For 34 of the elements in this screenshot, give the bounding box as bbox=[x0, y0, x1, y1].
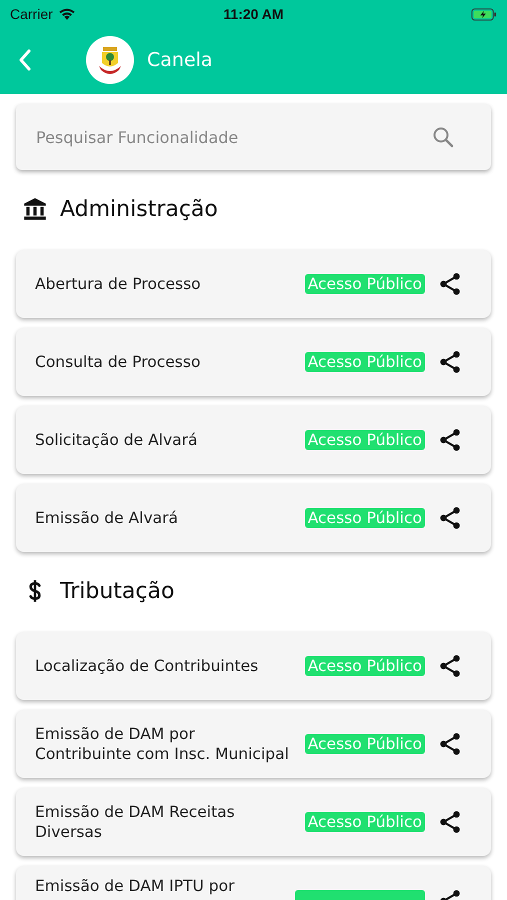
service-card[interactable]: Emissão de DAM por Contribuinte com Insc. Municipal Acesso Público bbox=[16, 710, 491, 778]
access-badge: Acesso Público bbox=[304, 656, 425, 676]
service-title: Emissão de DAM por Contribuinte com Insc. Municipal bbox=[35, 724, 290, 764]
access-badge: Acesso Público bbox=[304, 734, 425, 754]
search-icon bbox=[431, 125, 455, 149]
wifi-icon bbox=[58, 8, 76, 20]
coat-of-arms-logo bbox=[86, 36, 134, 84]
section-title: Administração bbox=[60, 196, 218, 222]
access-badge: Acesso Público bbox=[304, 352, 425, 372]
access-badge: Acesso Público bbox=[304, 508, 425, 528]
service-title: Emissão de Alvará bbox=[35, 508, 180, 528]
section-title: Tributação bbox=[60, 578, 174, 604]
header-title: Canela bbox=[147, 49, 213, 71]
service-title: Consulta de Processo bbox=[35, 352, 202, 372]
battery-icon bbox=[471, 8, 497, 20]
service-card[interactable]: Solicitação de Alvará Acesso Público bbox=[16, 406, 491, 474]
bank-icon bbox=[22, 196, 48, 222]
service-card[interactable]: Emissão de DAM IPTU por bbox=[16, 866, 491, 900]
service-title: Emissão de DAM IPTU por bbox=[35, 876, 236, 896]
service-card[interactable]: Emissão de DAM Receitas Diversas Acesso Público bbox=[16, 788, 491, 856]
access-badge: Acesso Público bbox=[304, 430, 425, 450]
status-time: 11:20 AM bbox=[223, 6, 284, 22]
service-title: Solicitação de Alvará bbox=[35, 430, 199, 450]
service-title: Abertura de Processo bbox=[35, 274, 202, 294]
service-title: Emissão de DAM Receitas Diversas bbox=[35, 802, 236, 842]
search-field[interactable]: Pesquisar Funcionalidade bbox=[16, 104, 491, 170]
access-badge: Acesso Público bbox=[304, 274, 425, 294]
service-card[interactable]: Emissão de Alvará Acesso Público bbox=[16, 484, 491, 552]
service-card[interactable]: Abertura de Processo Acesso Público bbox=[16, 250, 491, 318]
service-card[interactable]: Localização de Contribuintes Acesso Público bbox=[16, 632, 491, 700]
access-badge: Acesso Público bbox=[304, 812, 425, 832]
service-card[interactable]: Consulta de Processo Acesso Público bbox=[16, 328, 491, 396]
carrier-name: Carrier bbox=[10, 6, 53, 22]
service-title: Localização de Contribuintes bbox=[35, 656, 260, 676]
